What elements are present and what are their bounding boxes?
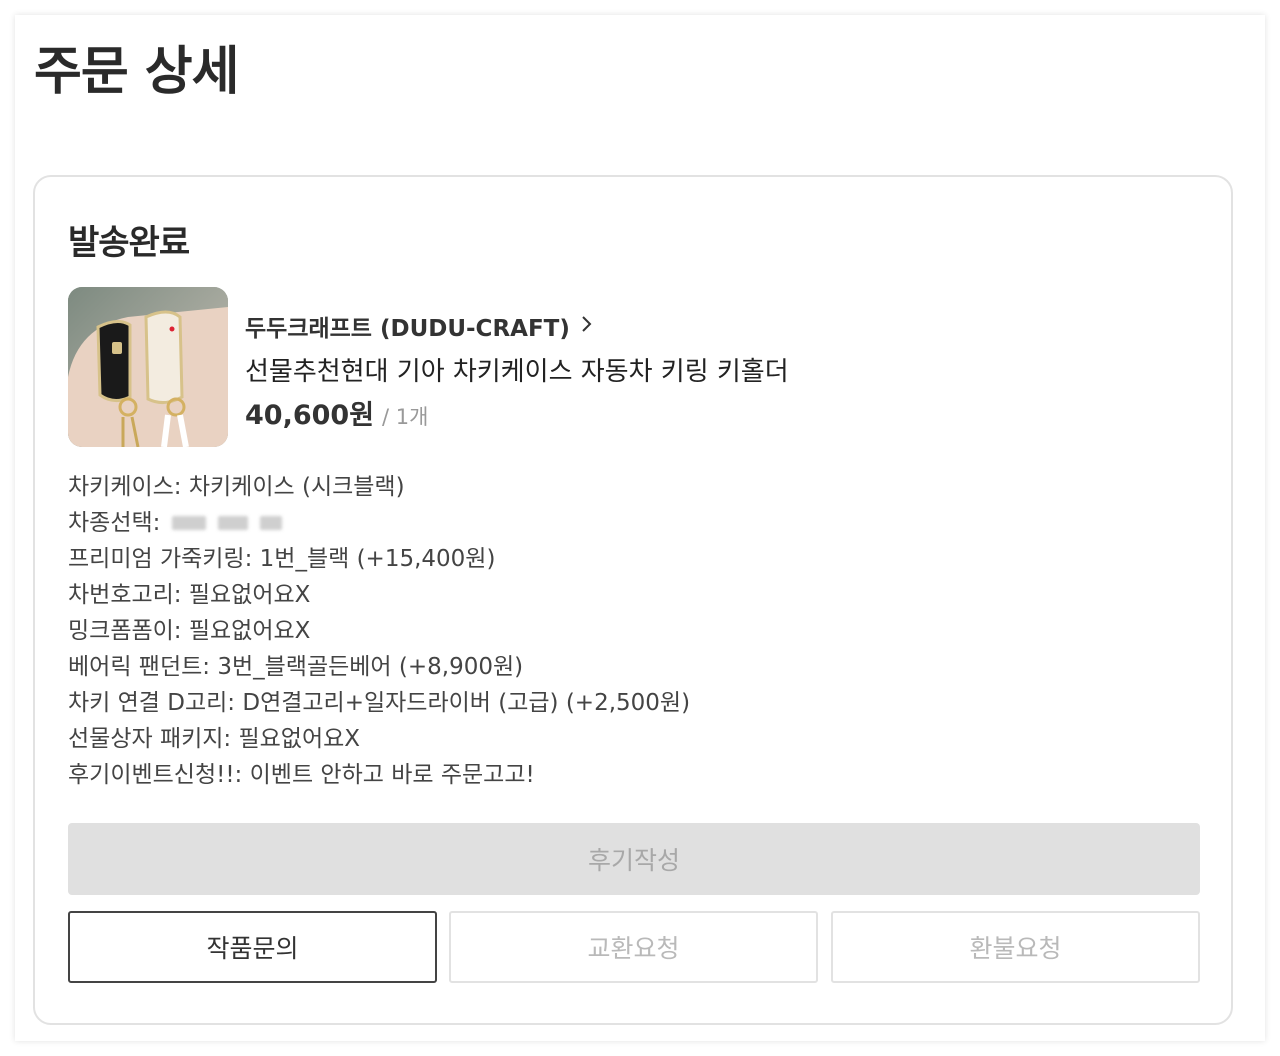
product-info: 두두크래프트 (DUDU-CRAFT) 선물추천현대 기아 차키케이스 자동차 … [245, 309, 789, 431]
order-detail-page: 주문 상세 발송완료 두두크래프트 (DUDU-CRAFT) 선물추천현대 기아… [15, 15, 1265, 1041]
inquiry-button[interactable]: 작품문의 [68, 911, 437, 983]
option-item: 차키케이스: 차키케이스 (시크블랙) [68, 474, 405, 500]
option-item: 차키 연결 D고리: D연결고리+일자드라이버 (고급) (+2,500원) [68, 690, 691, 716]
seller-link[interactable]: 두두크래프트 (DUDU-CRAFT) [245, 309, 789, 343]
chevron-right-icon [580, 312, 594, 340]
price-row: 40,600원 / 1개 [245, 393, 789, 431]
redacted-value [172, 516, 283, 530]
product-price: 40,600원 [245, 400, 375, 431]
option-item: 베어릭 팬던트: 3번_블랙골든베어 (+8,900원) [68, 654, 524, 680]
option-list: 차키케이스: 차키케이스 (시크블랙) 차종선택: 프리미엄 가죽키링: 1번_… [68, 469, 690, 793]
exchange-request-button[interactable]: 교환요청 [449, 911, 818, 983]
product-name[interactable]: 선물추천현대 기아 차키케이스 자동차 키링 키홀더 [245, 351, 789, 387]
order-status: 발송완료 [68, 223, 190, 263]
write-review-button[interactable]: 후기작성 [68, 823, 1200, 895]
option-item: 차종선택: [68, 505, 690, 541]
product-quantity: / 1개 [382, 405, 429, 429]
page-title: 주문 상세 [34, 42, 239, 102]
seller-name: 두두크래프트 (DUDU-CRAFT) [245, 316, 570, 342]
option-item: 선물상자 패키지: 필요없어요X [68, 726, 361, 752]
option-item: 후기이벤트신청!!: 이벤트 안하고 바로 주문고고! [68, 762, 535, 788]
product-thumbnail[interactable] [68, 287, 228, 447]
option-item: 밍크폼폼이: 필요없어요X [68, 618, 311, 644]
order-card: 발송완료 두두크래프트 (DUDU-CRAFT) 선물추천현대 기아 차키케이스… [33, 175, 1233, 1025]
option-item: 차번호고리: 필요없어요X [68, 582, 311, 608]
refund-request-button[interactable]: 환불요청 [831, 911, 1200, 983]
option-item: 프리미엄 가죽키링: 1번_블랙 (+15,400원) [68, 546, 496, 572]
